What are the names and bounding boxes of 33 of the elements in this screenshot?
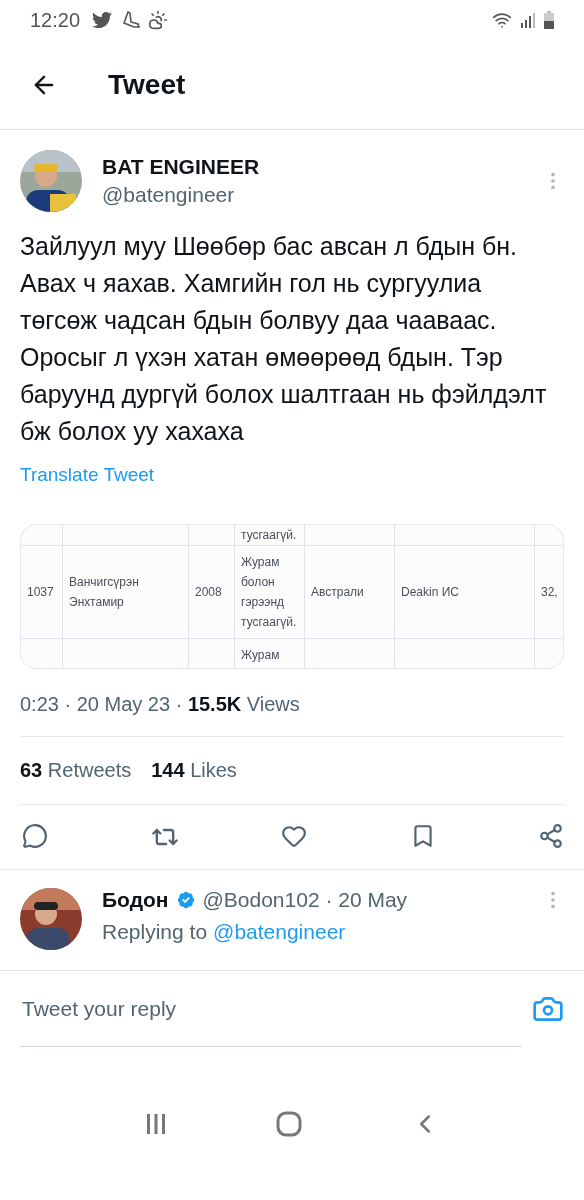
author-handle: @batengineer	[102, 183, 236, 207]
battery-icon	[544, 11, 554, 29]
weather-icon	[148, 10, 169, 30]
table-cell: Журам	[235, 639, 305, 668]
table-cell: 2008	[189, 546, 235, 639]
table-cell: 32,	[535, 546, 563, 639]
shoe-icon	[120, 11, 141, 29]
table-cell: Ванчигсүрэн Энхтамир	[63, 546, 189, 639]
table-cell: тусгаагүй.	[235, 525, 305, 546]
reply-author: Бодон	[102, 888, 169, 912]
share-icon	[538, 823, 564, 849]
reply-handle-date: @Bodon102 · 20 May	[202, 888, 408, 912]
tweet-text: Зайлуул муу Шөөбөр бас авсан л бдын бн. Авах ч яахав. Хамгийн гол нь сургуулиа төгсөж чадсан бдын болвуу даа чааваас. Оросыг л үхэн хатан өмөөрөөд бдын. Тэр баруунд дургүй болох шалтгаан нь фэйлдэлт бж болох уу хахаха	[20, 231, 548, 447]
page-title: Tweet	[108, 68, 186, 101]
share-button[interactable]	[538, 823, 564, 851]
bird-icon	[92, 10, 113, 30]
stat-count[interactable]: 144 Likes	[151, 759, 237, 782]
heart-icon	[281, 823, 307, 849]
table-cell: Deakin ИС	[395, 546, 535, 639]
wifi-icon	[492, 10, 512, 30]
table-cell: 1037	[21, 546, 63, 639]
recents-button[interactable]	[144, 1111, 168, 1136]
tweet-meta: 0:23 · 20 May 23 · 15.5K Views	[20, 693, 564, 737]
comment-icon	[22, 823, 48, 849]
replying-label: Replying to	[102, 920, 208, 944]
status-time: 12:20	[30, 8, 81, 32]
home-button[interactable]	[276, 1110, 302, 1137]
table-cell: Журам болон гэрээнд тусгаагүй.	[235, 546, 305, 639]
stat-count[interactable]: 63 Retweets	[20, 759, 132, 782]
signal-icon	[520, 12, 536, 28]
table-cell: Австрали	[305, 546, 395, 639]
author-name: BAT ENGINEER	[102, 155, 261, 179]
reply-button[interactable]	[22, 823, 48, 851]
